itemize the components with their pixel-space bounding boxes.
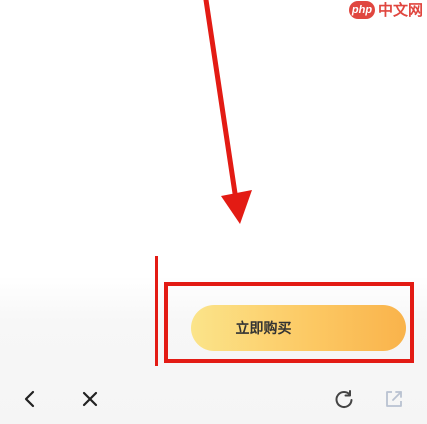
share-button[interactable] [380, 385, 408, 413]
annotation-arrow-shaft [203, 0, 239, 203]
refresh-icon [335, 390, 353, 409]
close-icon [82, 391, 98, 407]
chevron-left-icon [24, 390, 35, 408]
annotation-accent-line [155, 256, 158, 366]
share-icon [386, 391, 402, 407]
annotation-arrow-head [221, 190, 252, 224]
close-button[interactable] [76, 385, 104, 413]
annotation-highlight-box [164, 282, 414, 363]
refresh-button[interactable] [330, 385, 358, 413]
browser-bottom-nav [0, 376, 427, 424]
back-button[interactable] [16, 385, 44, 413]
